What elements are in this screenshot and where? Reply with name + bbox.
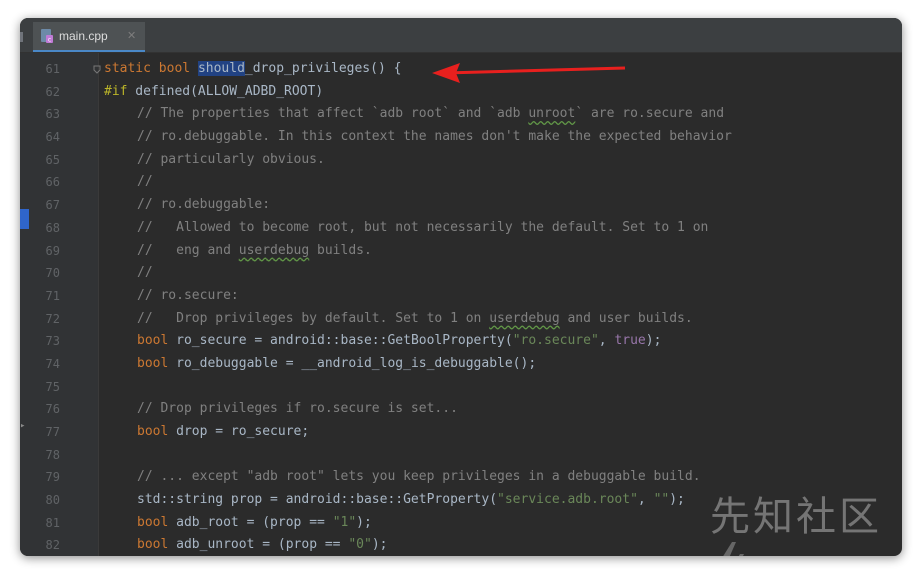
code-line[interactable]: 77 bool drop = ro_secure; bbox=[20, 421, 902, 444]
code-editor-window: c main.cpp ✕ ▸ 61 static bool should_drop… bbox=[20, 18, 902, 556]
tab-label: main.cpp bbox=[59, 29, 108, 43]
line-number: 64 bbox=[45, 130, 60, 145]
code-text: bool drop = ro_secure; bbox=[137, 424, 310, 439]
line-number: 68 bbox=[45, 220, 60, 235]
line-number: 73 bbox=[45, 334, 60, 349]
line-number: 63 bbox=[45, 107, 60, 122]
line-number: 71 bbox=[45, 288, 60, 303]
line-number: 76 bbox=[45, 402, 60, 417]
tab-strip-handle[interactable] bbox=[20, 32, 23, 42]
code-text: bool ro_secure = android::base::GetBoolP… bbox=[137, 333, 662, 349]
fold-toggle-icon[interactable] bbox=[92, 64, 102, 74]
line-number: 78 bbox=[45, 447, 60, 462]
line-number: 72 bbox=[45, 311, 60, 326]
code-text: bool ro_debuggable = __android_log_is_de… bbox=[137, 355, 537, 371]
line-number: 65 bbox=[45, 152, 60, 167]
code-line[interactable]: 65 // particularly obvious. bbox=[20, 149, 902, 172]
code-text: // Drop privileges by default. Set to 1 … bbox=[137, 310, 693, 326]
watermark-text: 先知社区 bbox=[710, 494, 882, 540]
code-line[interactable]: 72 // Drop privileges by default. Set to … bbox=[20, 308, 902, 331]
code-text: // ro.debuggable. In this context the na… bbox=[137, 129, 732, 145]
code-line[interactable]: 66 // bbox=[20, 171, 902, 194]
code-text: // bbox=[137, 174, 153, 190]
line-number: 74 bbox=[45, 356, 60, 371]
code-line[interactable]: 70 // bbox=[20, 262, 902, 285]
code-line[interactable]: 68 // Allowed to become root, but not nec… bbox=[20, 217, 902, 240]
cpp-file-icon: c bbox=[41, 29, 53, 43]
code-text: std::string prop = android::base::GetPro… bbox=[137, 492, 685, 508]
code-line[interactable]: 75 bbox=[20, 376, 902, 399]
line-number: 81 bbox=[45, 515, 60, 530]
line-number: 75 bbox=[45, 379, 60, 394]
code-line[interactable]: 78 bbox=[20, 444, 902, 467]
code-line[interactable]: 74 bool ro_debuggable = __android_log_is_… bbox=[20, 353, 902, 376]
code-text: static bool should_drop_privileges() { bbox=[104, 61, 402, 76]
code-line[interactable]: 64 // ro.debuggable. In this context the … bbox=[20, 126, 902, 149]
line-number: 77 bbox=[45, 425, 60, 439]
code-line[interactable]: 71 // ro.secure: bbox=[20, 285, 902, 308]
line-number: 67 bbox=[45, 198, 60, 213]
code-text: // bbox=[137, 265, 153, 281]
code-line[interactable]: 61 static bool should_drop_privileges() { bbox=[20, 58, 902, 81]
code-text: bool adb_root = (prop == "1"); bbox=[137, 514, 372, 530]
tab-main-cpp[interactable]: c main.cpp ✕ bbox=[33, 22, 145, 52]
code-line[interactable]: 67 // ro.debuggable: bbox=[20, 194, 902, 217]
line-number: 82 bbox=[45, 538, 60, 553]
code-text: // ... except "adb root" lets you keep p… bbox=[137, 469, 701, 485]
code-line[interactable]: 63 // The properties that affect `adb roo… bbox=[20, 103, 902, 126]
code-line[interactable]: 69 // eng and userdebug builds. bbox=[20, 240, 902, 263]
code-text: bool adb_unroot = (prop == "0"); bbox=[137, 537, 388, 553]
code-line[interactable]: 73 bool ro_secure = android::base::GetBoo… bbox=[20, 330, 902, 353]
code-area[interactable]: 61 static bool should_drop_privileges() {… bbox=[20, 58, 902, 556]
line-number: 69 bbox=[45, 243, 60, 258]
line-number: 79 bbox=[45, 470, 60, 485]
code-text: // Allowed to become root, but not neces… bbox=[137, 219, 709, 235]
line-number: 70 bbox=[45, 266, 60, 281]
line-number: 62 bbox=[45, 84, 60, 99]
code-line[interactable]: 62 #if defined(ALLOW_ADBD_ROOT) bbox=[20, 81, 902, 104]
code-text: // ro.secure: bbox=[137, 287, 239, 303]
code-text: // particularly obvious. bbox=[137, 151, 325, 167]
code-text: // ro.debuggable: bbox=[137, 197, 271, 213]
code-text: // eng and userdebug builds. bbox=[137, 242, 372, 258]
svg-text:c: c bbox=[48, 37, 51, 44]
code-line[interactable]: 76 // Drop privileges if ro.secure is set… bbox=[20, 398, 902, 421]
code-text: // The properties that affect `adb root`… bbox=[137, 106, 725, 122]
code-text: // Drop privileges if ro.secure is set..… bbox=[137, 401, 458, 417]
code-text: #if defined(ALLOW_ADBD_ROOT) bbox=[104, 83, 324, 99]
line-number: 66 bbox=[45, 175, 60, 190]
editor-tab-bar: c main.cpp ✕ bbox=[20, 18, 902, 53]
line-number: 61 bbox=[45, 62, 60, 76]
close-icon[interactable]: ✕ bbox=[127, 29, 136, 42]
line-number: 80 bbox=[45, 493, 60, 508]
